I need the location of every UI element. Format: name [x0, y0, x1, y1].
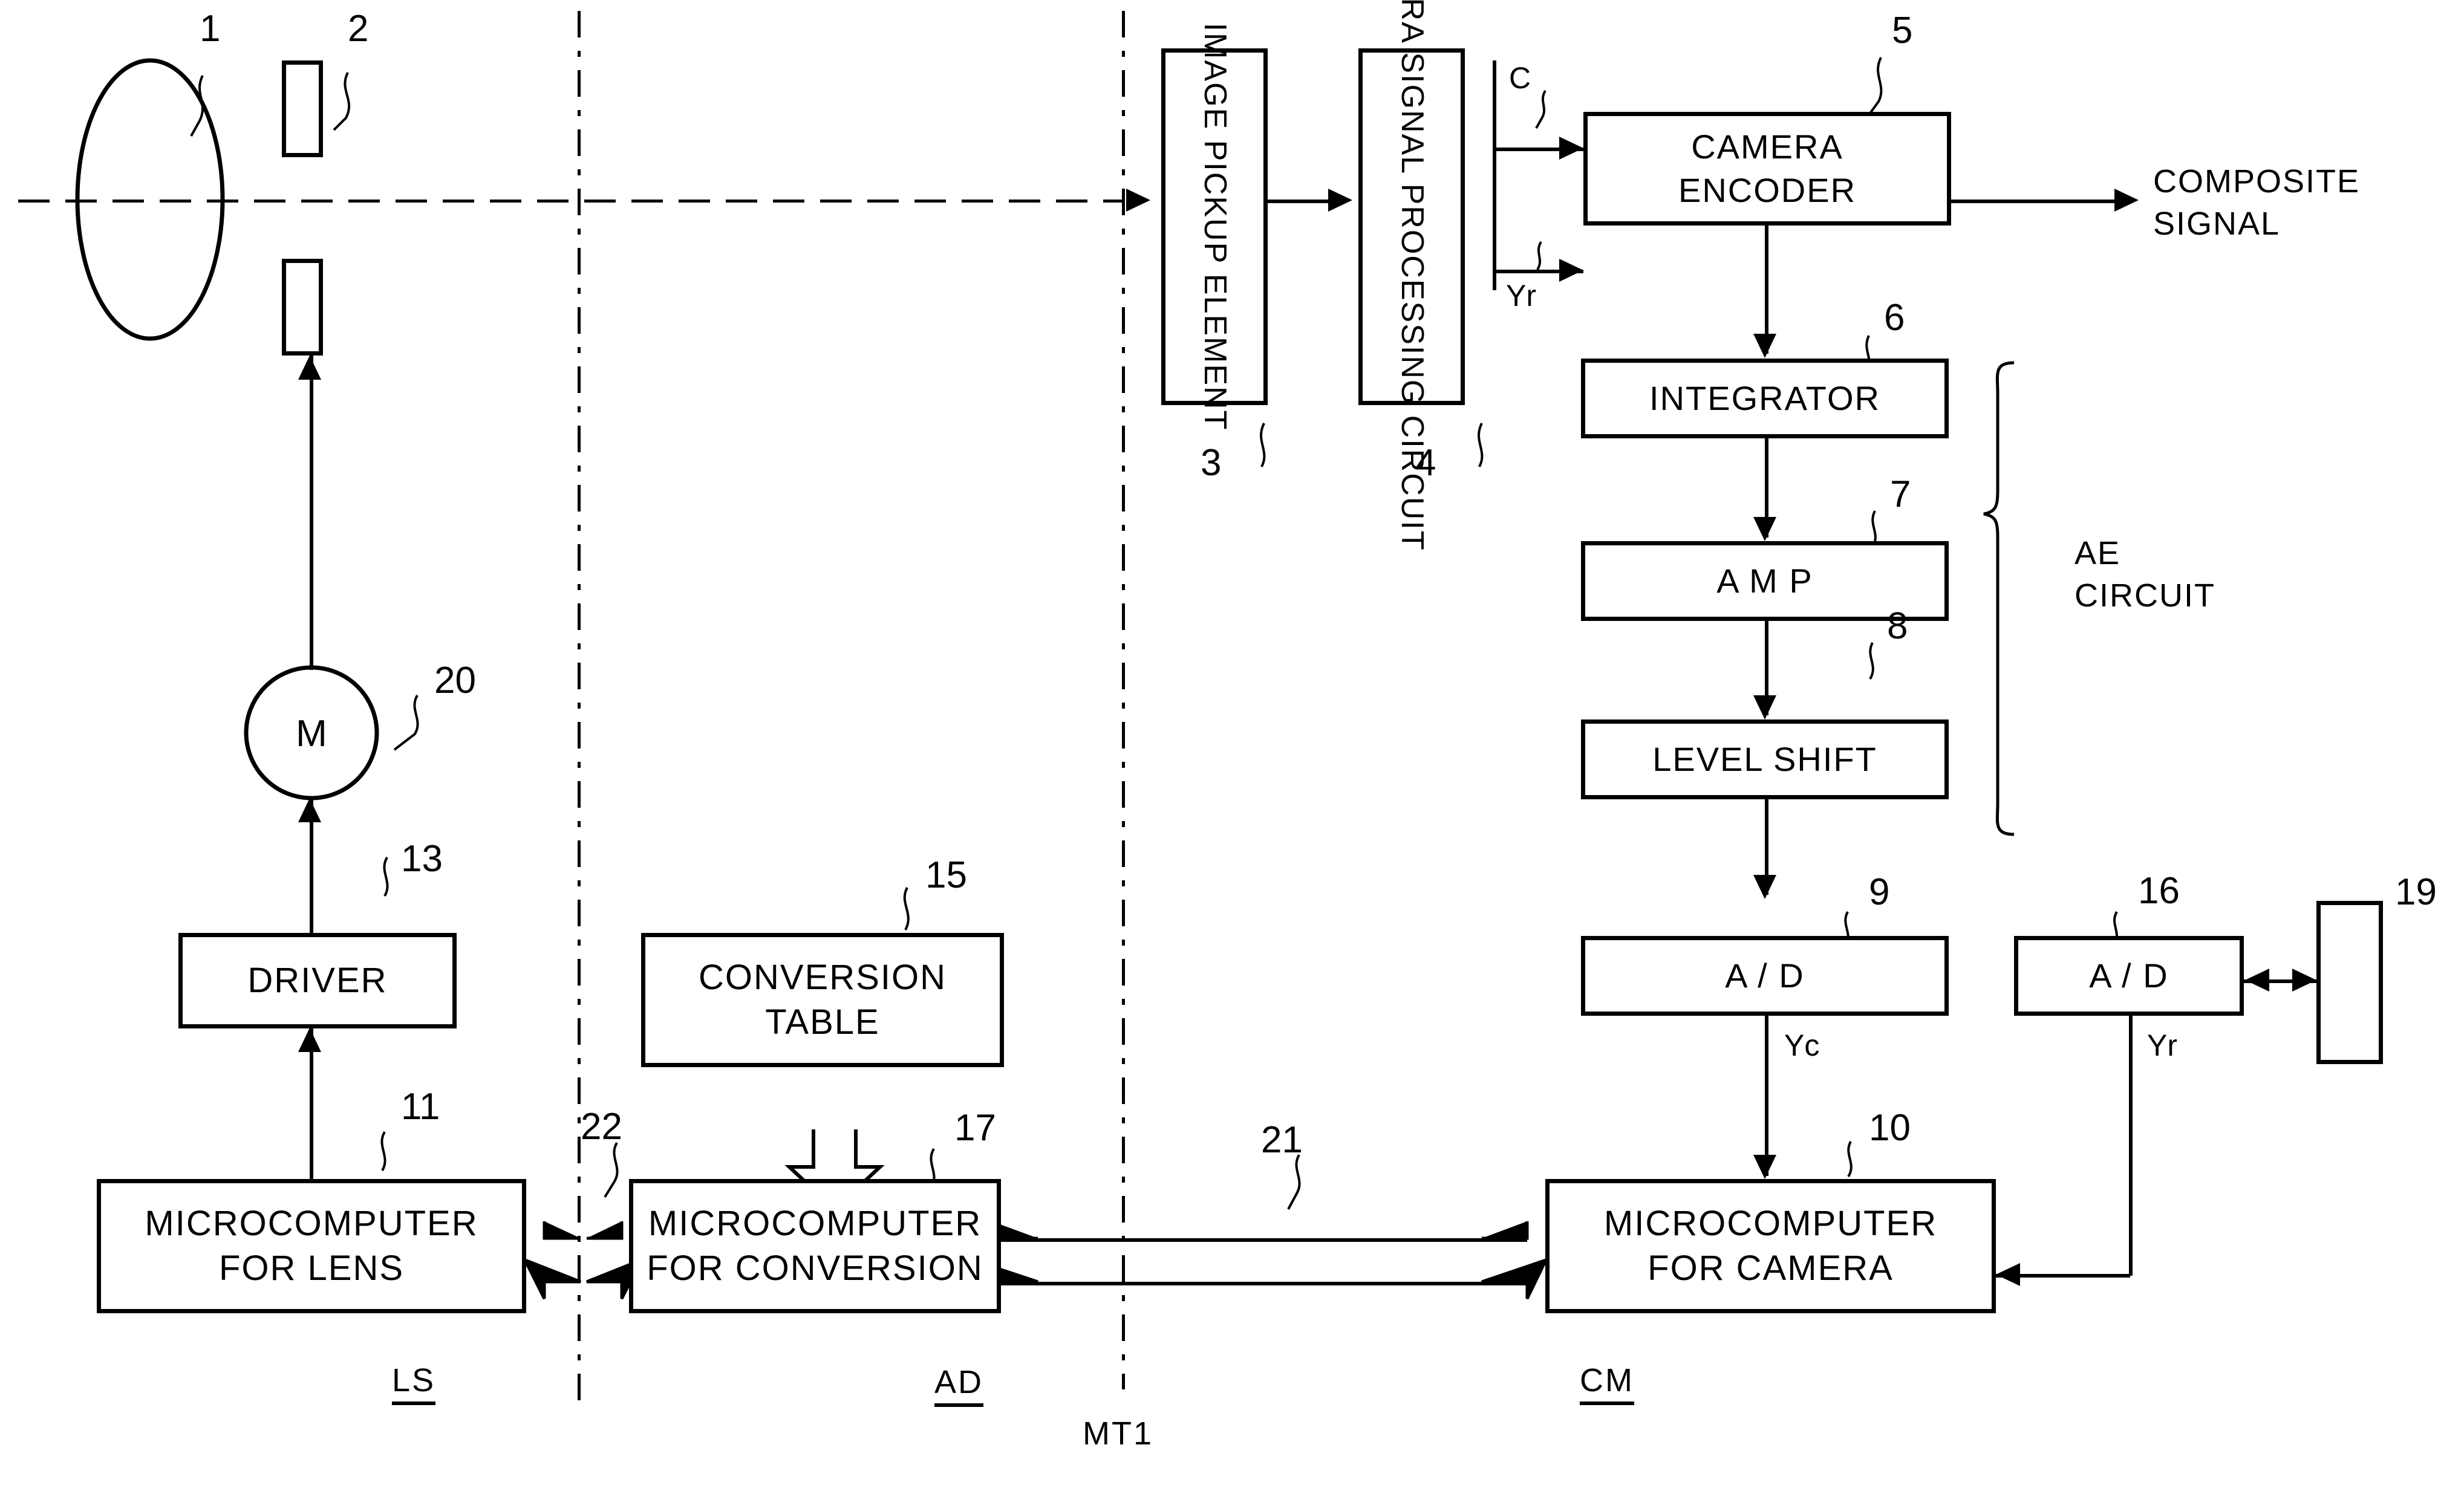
wire-pickup-to-signalproc [1268, 200, 1334, 203]
unit-label-cm: CM [1580, 1362, 1634, 1405]
ref-21: 21 [1261, 1119, 1303, 1161]
ref-16: 16 [2138, 870, 2180, 912]
block-camera-encoder: CAMERA ENCODER [1583, 112, 1951, 226]
arrowhead-to-amp [1753, 517, 1776, 541]
figure-canvas: 1 2 IMAGE PICKUP ELEMENT 3 CAMERA SIGNAL… [0, 0, 2464, 1494]
block-ad-aux-label: A / D [2089, 956, 2169, 995]
ref-15: 15 [925, 854, 967, 896]
ref-2: 2 [348, 8, 369, 50]
bus21-lower-line [974, 1282, 1527, 1285]
ref-1: 1 [200, 8, 221, 50]
block-micro-conversion: MICROCOMPUTER FOR CONVERSION [629, 1179, 1001, 1313]
arrowhead-lumaref [1559, 259, 1583, 282]
wire-encoder-to-composite-output [1951, 200, 2127, 203]
ref-7: 7 [1890, 473, 1911, 515]
aperture-blade-upper [282, 60, 323, 157]
ref-8: 8 [1887, 605, 1908, 647]
block-ad-camera: A / D [1581, 936, 1949, 1016]
arrowhead-micro-camera-right-input [1996, 1263, 2020, 1286]
ref-5: 5 [1892, 10, 1913, 51]
wire-signalproc-right-rail [1493, 60, 1496, 290]
block-amp-label: A M P [1716, 562, 1813, 600]
signal-label-luma-ad: Yr [2147, 1028, 2177, 1062]
arrowhead-composite-output [2114, 189, 2139, 212]
aperture-blade-lower [282, 259, 323, 356]
block-micro-lens-label: MICROCOMPUTER FOR LENS [145, 1203, 478, 1288]
arrowhead-to-integrator [1753, 334, 1776, 358]
ref-9: 9 [1869, 871, 1890, 913]
arrowhead-to-driver [298, 1028, 321, 1052]
block-micro-camera-label: MICROCOMPUTER FOR CAMERA [1603, 1203, 1938, 1288]
boundary-adapter-camera [1122, 11, 1125, 1389]
ref-22: 22 [581, 1106, 622, 1148]
boundary-lens-adapter [578, 11, 581, 1401]
bus21-arrowhead-right [1481, 1221, 1549, 1300]
bus22-arrowhead-left [521, 1221, 581, 1300]
block-level-shift-label: LEVEL SHIFT [1652, 740, 1877, 779]
label-composite-signal: COMPOSITE SIGNAL [2153, 163, 2361, 242]
block-conversion-table: CONVERSION TABLE [641, 933, 1004, 1067]
ref-10: 10 [1869, 1107, 1911, 1149]
arrowhead-chroma [1559, 137, 1583, 160]
arrowhead-to-level-shift [1753, 695, 1776, 719]
block-driver-label: DRIVER [247, 960, 388, 1000]
block-micro-conversion-label: MICROCOMPUTER FOR CONVERSION [647, 1203, 983, 1288]
block-integrator-label: INTEGRATOR [1649, 379, 1880, 418]
unit-label-ls: LS [392, 1362, 436, 1405]
arrowhead-to-variable-resistor [2292, 969, 2316, 992]
bus21-upper-line [974, 1238, 1527, 1242]
ref-17: 17 [954, 1107, 996, 1149]
optical-axis-line [18, 200, 1125, 203]
label-mount-mt1: MT1 [1083, 1415, 1153, 1452]
block-integrator: INTEGRATOR [1581, 359, 1949, 438]
ref-13: 13 [401, 838, 443, 880]
block-image-pickup-element-label: IMAGE PICKUP ELEMENT [1197, 22, 1233, 431]
signal-label-luma-reference: Yr [1506, 279, 1536, 313]
ref-11: 11 [401, 1086, 440, 1128]
signal-label-luma-camera: Yc [1784, 1028, 1820, 1062]
block-micro-camera: MICROCOMPUTER FOR CAMERA [1545, 1179, 1996, 1313]
arrowhead-to-motor [298, 798, 321, 822]
arrowhead-to-aperture [298, 356, 321, 380]
block-camera-encoder-label: CAMERA ENCODER [1678, 128, 1857, 209]
unit-label-ad: AD [934, 1363, 984, 1407]
wire-motor-to-aperture [310, 356, 313, 670]
ae-circuit-brace [1983, 361, 2015, 836]
wire-ad-aux-down [2129, 1016, 2133, 1276]
block-micro-lens: MICROCOMPUTER FOR LENS [97, 1179, 526, 1313]
arrowhead-to-micro-camera [1753, 1155, 1776, 1179]
arrowhead-pickup-to-signalproc [1328, 189, 1352, 212]
arrowhead-to-ad-camera [1753, 875, 1776, 899]
ref-19: 19 [2395, 871, 2437, 913]
block-ad-camera-label: A / D [1725, 956, 1805, 995]
ref-3: 3 [1201, 442, 1222, 484]
arrowhead-to-ad-aux [2245, 969, 2269, 992]
block-motor-label: M [296, 713, 327, 755]
signal-label-chroma: C [1509, 61, 1531, 95]
block-camera-signal-processing-circuit: CAMERA SIGNAL PROCESSING CIRCUIT [1358, 0, 1465, 551]
block-level-shift: LEVEL SHIFT [1581, 719, 1949, 799]
label-ae-circuit: AE CIRCUIT [2075, 535, 2215, 614]
ref-20: 20 [434, 660, 476, 701]
wire-ad-camera-to-micro-camera [1765, 1016, 1768, 1176]
ref-4: 4 [1415, 442, 1436, 484]
block-conversion-table-label: CONVERSION TABLE [699, 957, 947, 1042]
block-image-pickup-element: IMAGE PICKUP ELEMENT [1161, 23, 1268, 430]
block-variable-resistor[interactable] [2316, 901, 2383, 1064]
block-driver: DRIVER [178, 933, 457, 1028]
ref-6: 6 [1884, 297, 1905, 339]
block-ad-aux: A / D [2014, 936, 2244, 1016]
light-path-arrowhead [1126, 189, 1150, 212]
